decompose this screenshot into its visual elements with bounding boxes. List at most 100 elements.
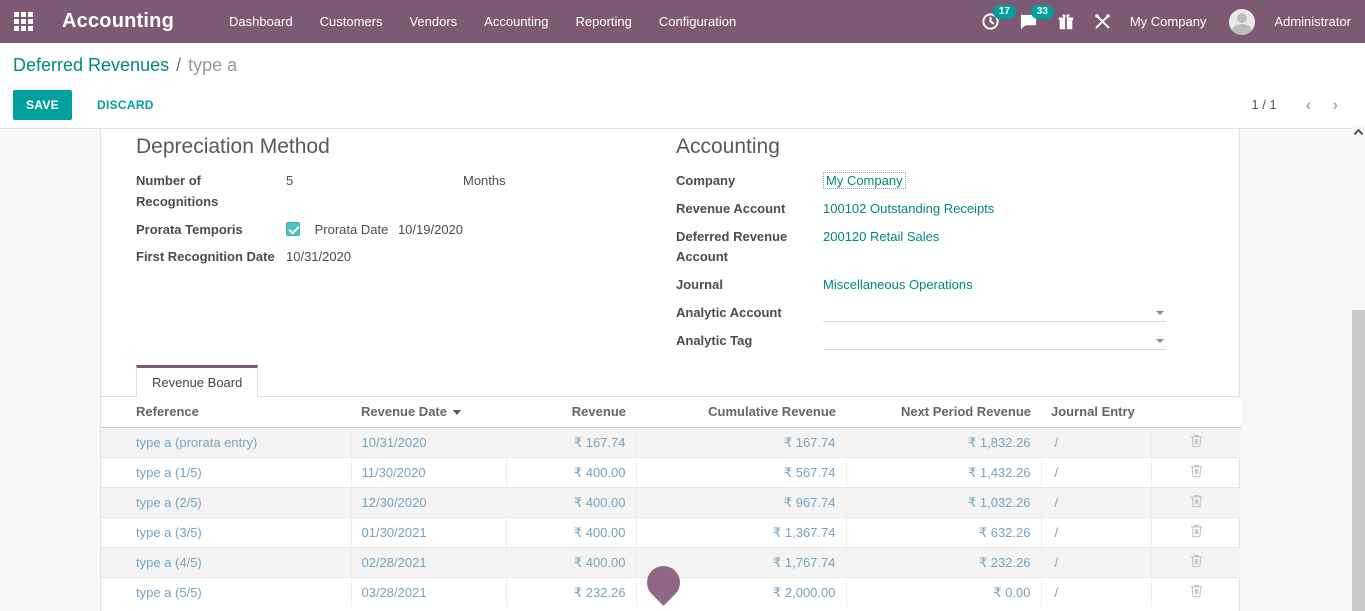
- top-nav-items: Dashboard Customers Vendors Accounting Repor…: [229, 14, 736, 29]
- field-journal: Journal Miscellaneous Operations: [676, 275, 1216, 296]
- number-of-recognitions-value[interactable]: 5: [286, 171, 463, 213]
- cell-revenue[interactable]: ₹ 167.74: [506, 428, 636, 458]
- delete-row-button[interactable]: [1190, 434, 1203, 451]
- apps-menu-icon[interactable]: [14, 12, 33, 31]
- prorata-temporis-checkbox[interactable]: [286, 222, 300, 236]
- cell-revenue-date[interactable]: 11/30/2020: [351, 458, 506, 488]
- breadcrumb: Deferred Revenues / type a: [0, 43, 1365, 88]
- cell-delete: [1151, 488, 1241, 518]
- cell-revenue[interactable]: ₹ 400.00: [506, 458, 636, 488]
- cell-revenue-date[interactable]: 02/28/2021: [351, 548, 506, 578]
- scrollbar-thumb[interactable]: [1352, 310, 1365, 611]
- user-avatar[interactable]: [1229, 9, 1255, 35]
- delete-row-button[interactable]: [1190, 524, 1203, 541]
- analytic-account-input[interactable]: [823, 303, 1166, 322]
- cell-next-period-revenue[interactable]: ₹ 1,032.26: [846, 488, 1041, 518]
- pager-next-icon[interactable]: ›: [1330, 96, 1340, 113]
- delete-row-button[interactable]: [1190, 554, 1203, 571]
- revenue-account-link[interactable]: 100102 Outstanding Receipts: [823, 201, 994, 216]
- trash-icon: [1190, 526, 1203, 541]
- systray: 17 33 My Company Administrator: [981, 9, 1351, 35]
- pager-previous-icon[interactable]: ‹: [1304, 96, 1314, 113]
- table-row[interactable]: type a (1/5)11/30/2020₹ 400.00₹ 567.74₹ …: [101, 458, 1241, 488]
- analytic-tag-input[interactable]: [823, 331, 1166, 350]
- tab-revenue-board[interactable]: Revenue Board: [136, 365, 258, 399]
- cell-journal-entry[interactable]: /: [1041, 548, 1151, 578]
- cell-cumulative-revenue[interactable]: ₹ 967.74: [636, 488, 846, 518]
- cell-cumulative-revenue[interactable]: ₹ 567.74: [636, 458, 846, 488]
- delete-row-button[interactable]: [1190, 464, 1203, 481]
- cell-journal-entry[interactable]: /: [1041, 458, 1151, 488]
- cell-journal-entry[interactable]: /: [1041, 428, 1151, 458]
- cell-journal-entry[interactable]: /: [1041, 488, 1151, 518]
- gift-icon[interactable]: [1057, 13, 1075, 31]
- discard-button[interactable]: DISCARD: [84, 90, 167, 120]
- header-revenue-date[interactable]: Revenue Date: [351, 397, 506, 428]
- cell-next-period-revenue[interactable]: ₹ 1,432.26: [846, 458, 1041, 488]
- field-prorata-temporis: Prorata Temporis Prorata Date 10/19/2020: [136, 220, 641, 241]
- activity-icon[interactable]: 17: [981, 12, 1000, 31]
- field-number-of-recognitions: Number of Recognitions 5 Months: [136, 171, 641, 213]
- content-area: Depreciation Method Number of Recognitio…: [0, 128, 1352, 611]
- cell-revenue[interactable]: ₹ 232.26: [506, 578, 636, 608]
- nav-item-accounting[interactable]: Accounting: [484, 14, 548, 29]
- messages-icon[interactable]: 33: [1019, 12, 1038, 31]
- delete-row-button[interactable]: [1190, 494, 1203, 511]
- cell-reference[interactable]: type a (2/5): [101, 488, 351, 518]
- header-reference[interactable]: Reference: [101, 397, 351, 428]
- breadcrumb-parent-link[interactable]: Deferred Revenues: [13, 55, 169, 76]
- nav-item-customers[interactable]: Customers: [320, 14, 383, 29]
- field-analytic-tag: Analytic Tag: [676, 331, 1216, 352]
- cell-revenue-date[interactable]: 12/30/2020: [351, 488, 506, 518]
- vertical-scrollbar[interactable]: [1352, 125, 1365, 611]
- prorata-date-value[interactable]: 10/19/2020: [398, 222, 463, 237]
- cell-reference[interactable]: type a (1/5): [101, 458, 351, 488]
- cell-revenue-date[interactable]: 10/31/2020: [351, 428, 506, 458]
- nav-item-vendors[interactable]: Vendors: [409, 14, 457, 29]
- tools-icon[interactable]: [1094, 13, 1111, 30]
- header-next-period-revenue[interactable]: Next Period Revenue: [846, 397, 1041, 428]
- nav-item-dashboard[interactable]: Dashboard: [229, 14, 293, 29]
- pager: 1 / 1 ‹ ›: [1251, 96, 1340, 113]
- header-revenue[interactable]: Revenue: [506, 397, 636, 428]
- header-cumulative-revenue[interactable]: Cumulative Revenue: [636, 397, 846, 428]
- cell-revenue[interactable]: ₹ 400.00: [506, 548, 636, 578]
- user-menu[interactable]: Administrator: [1274, 14, 1351, 29]
- delete-row-button[interactable]: [1190, 584, 1203, 601]
- cell-revenue[interactable]: ₹ 400.00: [506, 518, 636, 548]
- first-recognition-date-value[interactable]: 10/31/2020: [286, 247, 641, 268]
- table-row[interactable]: type a (prorata entry)10/31/2020₹ 167.74…: [101, 428, 1241, 458]
- deferred-revenue-account-link[interactable]: 200120 Retail Sales: [823, 229, 939, 244]
- header-journal-entry[interactable]: Journal Entry: [1041, 397, 1151, 428]
- scroll-up-icon[interactable]: [1353, 128, 1364, 136]
- company-link[interactable]: My Company: [823, 172, 906, 189]
- cell-reference[interactable]: type a (4/5): [101, 548, 351, 578]
- journal-link[interactable]: Miscellaneous Operations: [823, 277, 973, 292]
- cell-delete: [1151, 548, 1241, 578]
- nav-item-reporting[interactable]: Reporting: [576, 14, 632, 29]
- cell-journal-entry[interactable]: /: [1041, 578, 1151, 608]
- cell-next-period-revenue[interactable]: ₹ 232.26: [846, 548, 1041, 578]
- cell-reference[interactable]: type a (5/5): [101, 578, 351, 608]
- cell-reference[interactable]: type a (3/5): [101, 518, 351, 548]
- cell-revenue[interactable]: ₹ 400.00: [506, 488, 636, 518]
- cell-cumulative-revenue[interactable]: ₹ 167.74: [636, 428, 846, 458]
- breadcrumb-separator: /: [176, 55, 181, 76]
- nav-item-configuration[interactable]: Configuration: [659, 14, 736, 29]
- save-button[interactable]: SAVE: [13, 90, 72, 120]
- cell-next-period-revenue[interactable]: ₹ 0.00: [846, 578, 1041, 608]
- activity-count-badge: 17: [993, 5, 1016, 19]
- cell-reference[interactable]: type a (prorata entry): [101, 428, 351, 458]
- cell-journal-entry[interactable]: /: [1041, 518, 1151, 548]
- field-analytic-account: Analytic Account: [676, 303, 1216, 324]
- cell-next-period-revenue[interactable]: ₹ 1,832.26: [846, 428, 1041, 458]
- company-switcher[interactable]: My Company: [1130, 14, 1207, 29]
- table-row[interactable]: type a (3/5)01/30/2021₹ 400.00₹ 1,367.74…: [101, 518, 1241, 548]
- recognition-period-value[interactable]: Months: [463, 171, 506, 213]
- table-row[interactable]: type a (2/5)12/30/2020₹ 400.00₹ 967.74₹ …: [101, 488, 1241, 518]
- cell-next-period-revenue[interactable]: ₹ 632.26: [846, 518, 1041, 548]
- cell-revenue-date[interactable]: 01/30/2021: [351, 518, 506, 548]
- cell-revenue-date[interactable]: 03/28/2021: [351, 578, 506, 608]
- group-depreciation-method: Depreciation Method Number of Recognitio…: [136, 135, 641, 275]
- cell-cumulative-revenue[interactable]: ₹ 1,367.74: [636, 518, 846, 548]
